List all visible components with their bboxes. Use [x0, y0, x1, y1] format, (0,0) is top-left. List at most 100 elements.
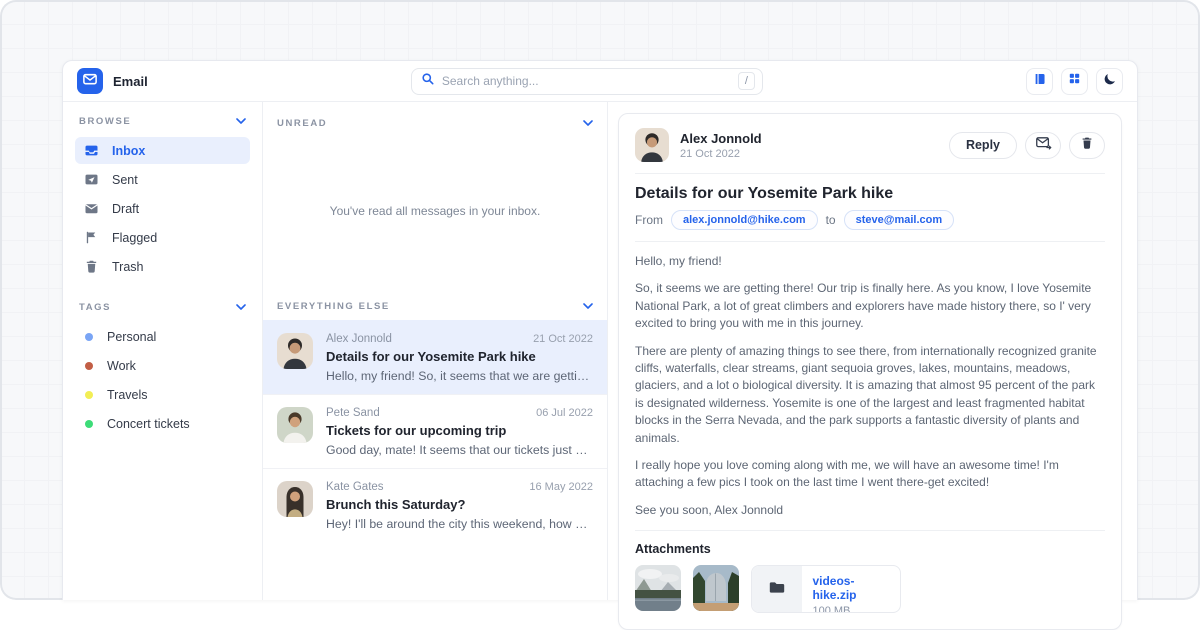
- tag-item-personal[interactable]: Personal: [75, 323, 250, 350]
- avatar: [277, 481, 313, 517]
- draft-icon: [84, 201, 99, 216]
- sidebar-item-sent[interactable]: Sent: [75, 166, 250, 193]
- message-list-column: UNREAD You've read all messages in your …: [263, 102, 608, 600]
- attachments-label: Attachments: [635, 542, 1105, 556]
- tag-color-dot: [85, 391, 93, 399]
- mail-forward-icon: [1035, 135, 1052, 155]
- tag-color-dot: [85, 362, 93, 370]
- mail-list-item[interactable]: Kate Gates 16 May 2022 Brunch this Satur…: [263, 468, 607, 542]
- trash-icon: [84, 259, 99, 274]
- sidebar-item-label: Inbox: [112, 144, 145, 158]
- from-email-pill[interactable]: alex.jonnold@hike.com: [671, 210, 818, 230]
- mail-sender: Alex Jonnold: [326, 333, 392, 345]
- search-bar[interactable]: /: [411, 68, 763, 95]
- file-name: videos-hike.zip: [812, 574, 890, 602]
- chevron-down-icon: [236, 116, 246, 127]
- divider: [635, 173, 1105, 174]
- grid-icon: [1068, 72, 1081, 90]
- avatar: [635, 128, 669, 162]
- envelope-icon: [81, 70, 99, 93]
- browse-section-header[interactable]: BROWSE: [75, 116, 250, 127]
- unread-empty-message: You've read all messages in your inbox.: [263, 137, 607, 285]
- search-shortcut-badge: /: [738, 72, 755, 90]
- chevron-down-icon: [236, 302, 246, 313]
- tag-label: Concert tickets: [107, 417, 190, 431]
- mail-date: 06 Jul 2022: [536, 407, 593, 419]
- mail-sender: Pete Sand: [326, 407, 380, 419]
- mail-preview: Hello, my friend! So, it seems that we a…: [326, 369, 593, 383]
- tag-label: Travels: [107, 388, 148, 402]
- body-paragraph: Hello, my friend!: [635, 253, 1105, 270]
- app-logo: [77, 68, 103, 94]
- mail-detail-column: Alex Jonnold 21 Oct 2022 Reply: [608, 102, 1137, 600]
- tags-section-header[interactable]: TAGS: [75, 302, 250, 313]
- tag-color-dot: [85, 420, 93, 428]
- everything-else-section-header[interactable]: EVERYTHING ELSE: [263, 285, 607, 320]
- tag-label: Work: [107, 359, 136, 373]
- forward-mail-button[interactable]: [1025, 132, 1061, 159]
- avatar: [277, 333, 313, 369]
- body-paragraph: There are plenty of amazing things to se…: [635, 343, 1105, 447]
- avatar: [277, 407, 313, 443]
- attachment-file-card[interactable]: videos-hike.zip 100 MB: [751, 565, 901, 613]
- mail-date: 16 May 2022: [529, 481, 593, 493]
- mail-list-item[interactable]: Alex Jonnold 21 Oct 2022 Details for our…: [263, 320, 607, 394]
- tag-label: Personal: [107, 330, 156, 344]
- inbox-icon: [84, 143, 99, 158]
- mail-preview: Hey! I'll be around the city this weeken…: [326, 517, 593, 531]
- sidebar-item-flagged[interactable]: Flagged: [75, 224, 250, 251]
- from-label: From: [635, 213, 663, 227]
- mail-list-item[interactable]: Pete Sand 06 Jul 2022 Tickets for our up…: [263, 394, 607, 468]
- sidebar: BROWSE Inbox Sent: [63, 102, 263, 600]
- sidebar-item-label: Trash: [112, 260, 144, 274]
- body-paragraph: So, it seems we are getting there! Our t…: [635, 280, 1105, 332]
- body-paragraph: I really hope you love coming along with…: [635, 457, 1105, 492]
- to-email-pill[interactable]: steve@mail.com: [844, 210, 955, 230]
- notebook-button[interactable]: [1026, 68, 1053, 95]
- tag-item-concert-tickets[interactable]: Concert tickets: [75, 410, 250, 437]
- sidebar-item-label: Flagged: [112, 231, 157, 245]
- notebook-icon: [1033, 72, 1047, 91]
- detail-subject: Details for our Yosemite Park hike: [635, 185, 1105, 203]
- mail-subject: Details for our Yosemite Park hike: [326, 349, 593, 364]
- app-title: Email: [113, 74, 148, 89]
- tag-item-work[interactable]: Work: [75, 352, 250, 379]
- unread-section-header[interactable]: UNREAD: [263, 102, 607, 137]
- sidebar-item-label: Draft: [112, 202, 139, 216]
- apps-grid-button[interactable]: [1061, 68, 1088, 95]
- file-icon-area: [752, 566, 802, 612]
- search-input[interactable]: [442, 74, 731, 88]
- flag-icon: [84, 230, 99, 245]
- sent-icon: [84, 172, 99, 187]
- tag-item-travels[interactable]: Travels: [75, 381, 250, 408]
- mail-preview: Good day, mate! It seems that our ticket…: [326, 443, 593, 457]
- everything-else-label: EVERYTHING ELSE: [277, 301, 390, 312]
- mail-body: Hello, my friend! So, it seems we are ge…: [635, 253, 1105, 519]
- attachment-photo-half-dome[interactable]: [693, 565, 739, 611]
- sidebar-item-inbox[interactable]: Inbox: [75, 137, 250, 164]
- mail-date: 21 Oct 2022: [533, 333, 593, 345]
- mail-sender: Kate Gates: [326, 481, 384, 493]
- tag-color-dot: [85, 333, 93, 341]
- attachment-photo-valley[interactable]: [635, 565, 681, 611]
- sidebar-item-label: Sent: [112, 173, 138, 187]
- body-paragraph: See you soon, Alex Jonnold: [635, 502, 1105, 519]
- browse-label: BROWSE: [79, 116, 131, 127]
- chevron-down-icon: [583, 118, 593, 129]
- file-size: 100 MB: [812, 605, 890, 613]
- app-header: Email /: [63, 61, 1137, 102]
- tags-label: TAGS: [79, 302, 111, 313]
- mail-detail-card: Alex Jonnold 21 Oct 2022 Reply: [618, 113, 1122, 630]
- dark-mode-button[interactable]: [1096, 68, 1123, 95]
- sidebar-item-trash[interactable]: Trash: [75, 253, 250, 280]
- mail-subject: Tickets for our upcoming trip: [326, 423, 593, 438]
- mail-subject: Brunch this Saturday?: [326, 497, 593, 512]
- divider: [635, 241, 1105, 242]
- folder-icon: [768, 579, 786, 600]
- reply-button[interactable]: Reply: [949, 132, 1017, 159]
- delete-mail-button[interactable]: [1069, 132, 1105, 159]
- email-app-window: Email /: [62, 60, 1138, 600]
- detail-date: 21 Oct 2022: [680, 148, 762, 160]
- sidebar-item-draft[interactable]: Draft: [75, 195, 250, 222]
- detail-sender-name: Alex Jonnold: [680, 131, 762, 146]
